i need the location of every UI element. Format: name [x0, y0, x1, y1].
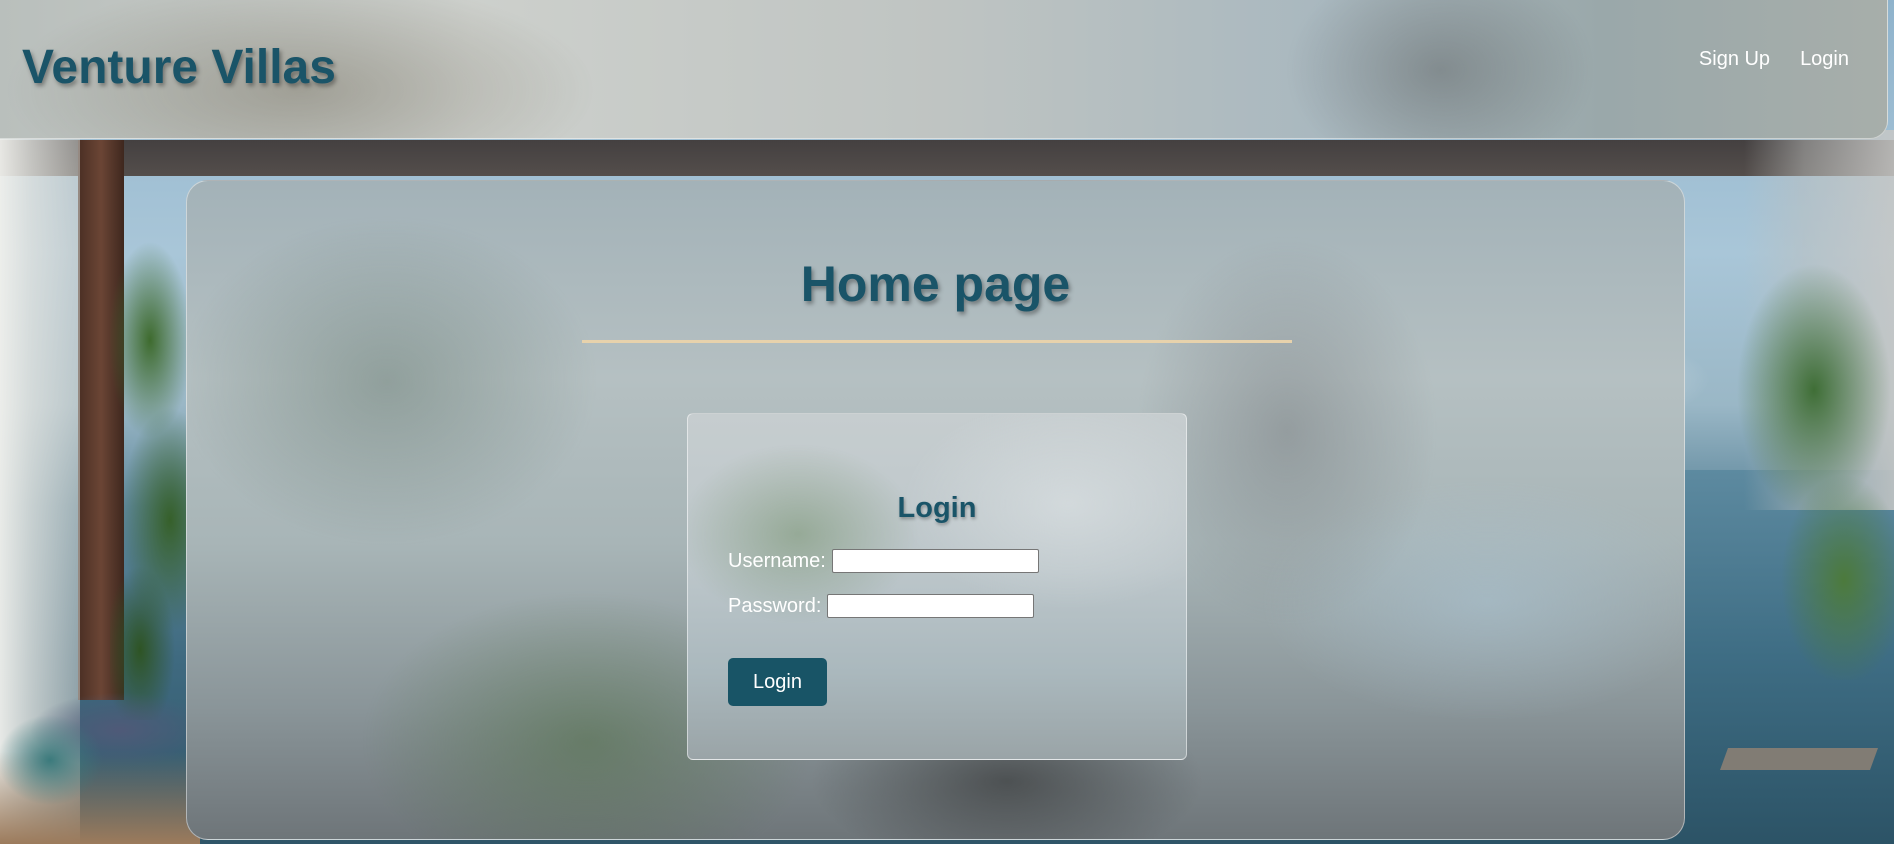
nav-signup-link[interactable]: Sign Up — [1699, 48, 1770, 71]
password-label: Password: — [728, 594, 822, 617]
nav-login-link[interactable]: Login — [1800, 48, 1849, 71]
brand-logo[interactable]: Venture Villas — [22, 44, 336, 92]
main-panel: Home page Login Username: Password: Logi… — [186, 180, 1685, 840]
background-cushions — [0, 690, 200, 844]
site-header: Venture Villas Sign Up Login — [0, 0, 1888, 139]
background-pergola-beam — [0, 140, 1894, 176]
username-label: Username: — [728, 549, 826, 572]
top-nav: Sign Up Login — [1699, 48, 1849, 71]
password-row: Password: — [728, 594, 1035, 618]
password-input[interactable] — [827, 594, 1035, 618]
username-input[interactable] — [831, 549, 1039, 573]
title-divider — [582, 340, 1292, 343]
login-button[interactable]: Login — [728, 658, 827, 706]
page-title: Home page — [800, 256, 1071, 312]
username-row: Username: — [728, 549, 1039, 573]
login-form-title: Login — [897, 492, 977, 524]
login-form: Login Username: Password: Login — [687, 413, 1187, 760]
background-palms-right — [1684, 250, 1894, 680]
background-dock — [1719, 748, 1879, 770]
